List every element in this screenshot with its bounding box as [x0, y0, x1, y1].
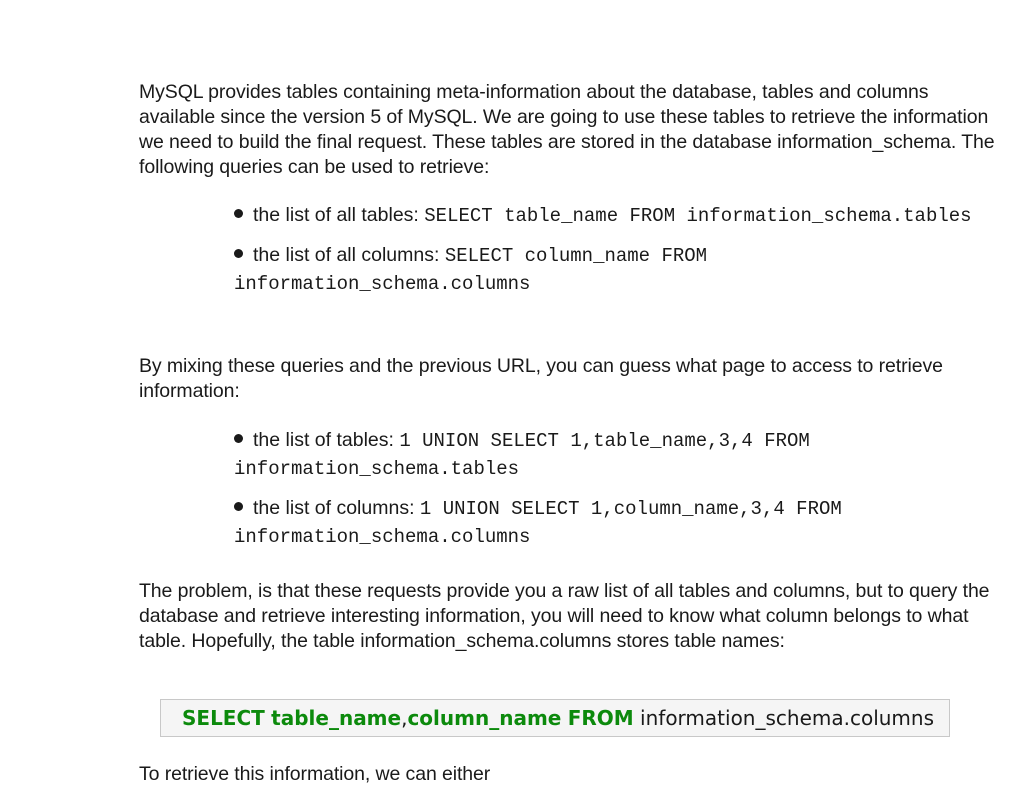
list-item: the list of all columns: SELECT column_n… — [234, 242, 994, 298]
sql-column: table_name — [271, 706, 402, 730]
list-item: the list of tables: 1 UNION SELECT 1,tab… — [234, 427, 994, 483]
sql-table: information_schema.columns — [640, 706, 935, 730]
problem-paragraph: The problem, is that these requests prov… — [139, 580, 990, 652]
union-queries-list: the list of tables: 1 UNION SELECT 1,tab… — [234, 427, 994, 563]
list-item-text: the list of tables: — [253, 429, 400, 451]
bullet-icon — [234, 502, 243, 512]
sql-query: SELECT table_name,column_name FROM infor… — [182, 705, 934, 731]
list-item-text: the list of columns: — [253, 497, 420, 519]
sql-column: column_name — [407, 706, 562, 730]
list-item-code: SELECT table_name FROM information_schem… — [424, 205, 972, 227]
list-item-text: the list of all tables: — [253, 204, 425, 226]
bullet-icon — [234, 249, 243, 259]
list-item: the list of all tables: SELECT table_nam… — [234, 202, 994, 230]
sql-keyword: SELECT — [182, 706, 265, 730]
bullet-icon — [234, 209, 243, 219]
bullet-icon — [234, 434, 243, 444]
intro-paragraph: MySQL provides tables containing meta-in… — [139, 81, 995, 178]
meta-queries-list: the list of all tables: SELECT table_nam… — [234, 202, 994, 310]
mixing-paragraph: By mixing these queries and the previous… — [139, 355, 943, 402]
list-item-text: the list of all columns: — [253, 244, 445, 266]
list-item: the list of columns: 1 UNION SELECT 1,co… — [234, 495, 994, 551]
document-page: MySQL provides tables containing meta-in… — [0, 0, 1024, 802]
sql-keyword: FROM — [567, 706, 634, 730]
closing-paragraph: To retrieve this information, we can eit… — [139, 763, 491, 785]
